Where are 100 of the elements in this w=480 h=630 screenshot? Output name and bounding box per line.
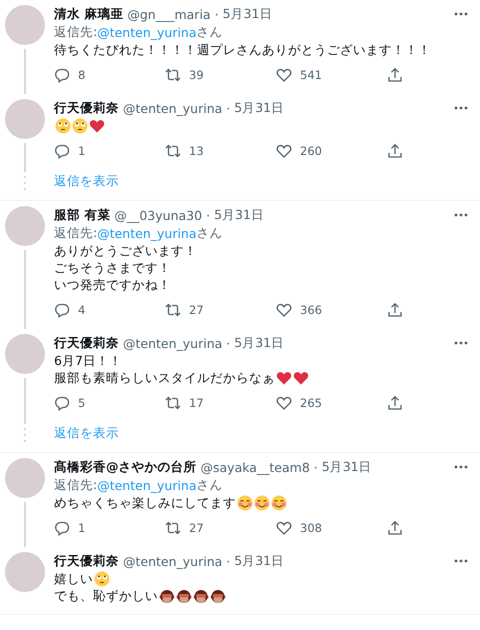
user-name[interactable]: 髙橋彩香@さやかの台所 bbox=[54, 458, 196, 476]
heart-icon bbox=[89, 118, 105, 134]
user-name[interactable]: 行天優莉奈 bbox=[54, 552, 119, 570]
heart-icon bbox=[276, 370, 292, 386]
like-button[interactable]: 308 bbox=[276, 520, 387, 536]
monkey-face-icon bbox=[193, 588, 209, 604]
share-button[interactable] bbox=[387, 67, 403, 83]
more-icon[interactable] bbox=[454, 465, 468, 469]
share-icon bbox=[387, 67, 403, 83]
reply-button[interactable]: 4 bbox=[54, 302, 165, 318]
reply-button[interactable]: 8 bbox=[54, 67, 165, 83]
separator-dot: · bbox=[214, 6, 219, 22]
user-name[interactable]: 清水 麻璃亜 bbox=[54, 6, 124, 22]
share-icon bbox=[387, 143, 403, 159]
tweet-text: ごちそうさまです！ bbox=[54, 259, 171, 276]
like-button[interactable]: 541 bbox=[276, 67, 387, 83]
rolling-eyes-face-icon bbox=[55, 118, 71, 134]
share-icon bbox=[387, 520, 403, 536]
separator-dot: · bbox=[226, 336, 230, 350]
user-handle[interactable]: @tenten_yurina bbox=[123, 336, 222, 350]
user-handle[interactable]: @sayaka__team8 bbox=[200, 460, 310, 474]
tweet-date[interactable]: 5月31日 bbox=[234, 100, 284, 116]
user-handle[interactable]: @tenten_yurina bbox=[123, 554, 222, 568]
share-icon bbox=[387, 302, 403, 318]
tweet-text: ありがとうございます！ bbox=[54, 242, 197, 259]
more-icon[interactable] bbox=[454, 213, 468, 217]
user-handle[interactable]: @__03yuna30 bbox=[114, 208, 202, 222]
retweet-button[interactable]: 27 bbox=[165, 302, 276, 318]
monkey-face-icon bbox=[176, 588, 192, 604]
retweet-button[interactable]: 13 bbox=[165, 143, 276, 159]
heart-outline-icon bbox=[276, 67, 292, 83]
retweet-icon bbox=[165, 67, 181, 83]
tweet-date[interactable]: 5月31日 bbox=[234, 334, 284, 352]
user-name[interactable]: 行天優莉奈 bbox=[54, 100, 119, 116]
reply-icon bbox=[54, 302, 70, 318]
tweet-text: 6月7日！！ bbox=[54, 352, 122, 369]
separator-dot: · bbox=[314, 460, 318, 474]
reply-icon bbox=[54, 520, 70, 536]
tweet-text: でも、恥ずかしい bbox=[54, 587, 158, 604]
smiling-face-icon bbox=[237, 494, 253, 510]
thread-line bbox=[24, 49, 26, 94]
user-handle[interactable]: @tenten_yurina bbox=[123, 100, 222, 116]
separator-dot: · bbox=[206, 208, 210, 222]
share-button[interactable] bbox=[387, 143, 403, 159]
share-button[interactable] bbox=[387, 302, 403, 318]
user-name[interactable]: 行天優莉奈 bbox=[54, 334, 119, 352]
retweet-icon bbox=[165, 395, 181, 411]
retweet-icon bbox=[165, 302, 181, 318]
tweet-date[interactable]: 5月31日 bbox=[322, 458, 372, 476]
reply-to-suffix: さん bbox=[196, 24, 223, 40]
share-button[interactable] bbox=[387, 395, 403, 411]
retweet-icon bbox=[165, 520, 181, 536]
more-icon[interactable] bbox=[454, 559, 468, 563]
thread-line bbox=[24, 378, 26, 422]
monkey-face-icon bbox=[159, 588, 175, 604]
reply-icon bbox=[54, 67, 70, 83]
retweet-button[interactable]: 17 bbox=[165, 395, 276, 411]
heart-outline-icon bbox=[276, 302, 292, 318]
reply-icon bbox=[54, 395, 70, 411]
share-button[interactable] bbox=[387, 520, 403, 536]
like-button[interactable]: 366 bbox=[276, 302, 387, 318]
reply-to-label: 返信先: bbox=[54, 224, 98, 242]
tweet-text: いつ発売ですかね！ bbox=[54, 276, 171, 293]
smiling-face-icon bbox=[254, 494, 270, 510]
separator-dot: · bbox=[226, 100, 230, 116]
reply-button[interactable]: 5 bbox=[54, 395, 165, 411]
heart-icon bbox=[293, 370, 309, 386]
retweet-button[interactable]: 27 bbox=[165, 520, 276, 536]
retweet-button[interactable]: 39 bbox=[165, 67, 276, 83]
smiling-face-icon bbox=[271, 494, 287, 510]
reply-button[interactable]: 1 bbox=[54, 520, 165, 536]
retweet-icon bbox=[165, 143, 181, 159]
monkey-face-icon bbox=[210, 588, 226, 604]
more-icon[interactable] bbox=[454, 12, 468, 16]
thread-line bbox=[24, 502, 26, 547]
rolling-eyes-face-icon bbox=[72, 118, 88, 134]
like-button[interactable]: 260 bbox=[276, 143, 387, 159]
heart-outline-icon bbox=[276, 143, 292, 159]
reply-to-suffix: さん bbox=[196, 476, 223, 494]
more-icon[interactable] bbox=[454, 341, 468, 345]
like-button[interactable]: 265 bbox=[276, 395, 387, 411]
more-icon[interactable] bbox=[454, 106, 468, 110]
separator-dot: · bbox=[226, 554, 230, 568]
reply-button[interactable]: 1 bbox=[54, 143, 165, 159]
heart-outline-icon bbox=[276, 395, 292, 411]
reply-to-suffix: さん bbox=[196, 224, 223, 242]
tweet-text: 待ちくたびれた！！！！週プレさんありがとうございます！！！ bbox=[54, 41, 431, 58]
rolling-eyes-face-icon bbox=[94, 570, 110, 586]
thread-line bbox=[24, 143, 26, 170]
tweet-text: めちゃくちゃ楽しみにしてます bbox=[54, 494, 236, 511]
tweet-date[interactable]: 5月31日 bbox=[234, 552, 284, 570]
user-name[interactable]: 服部 有菜 bbox=[54, 206, 110, 224]
reply-to-label: 返信先: bbox=[54, 24, 98, 40]
tweet-date[interactable]: 5月31日 bbox=[222, 6, 272, 22]
tweet-text: 服部も素晴らしいスタイルだからなぁ bbox=[54, 369, 275, 386]
heart-outline-icon bbox=[276, 520, 292, 536]
reply-icon bbox=[54, 143, 70, 159]
user-handle[interactable]: @gn___maria bbox=[127, 6, 211, 22]
tweet-date[interactable]: 5月31日 bbox=[214, 206, 264, 224]
reply-to-label: 返信先: bbox=[54, 476, 98, 494]
